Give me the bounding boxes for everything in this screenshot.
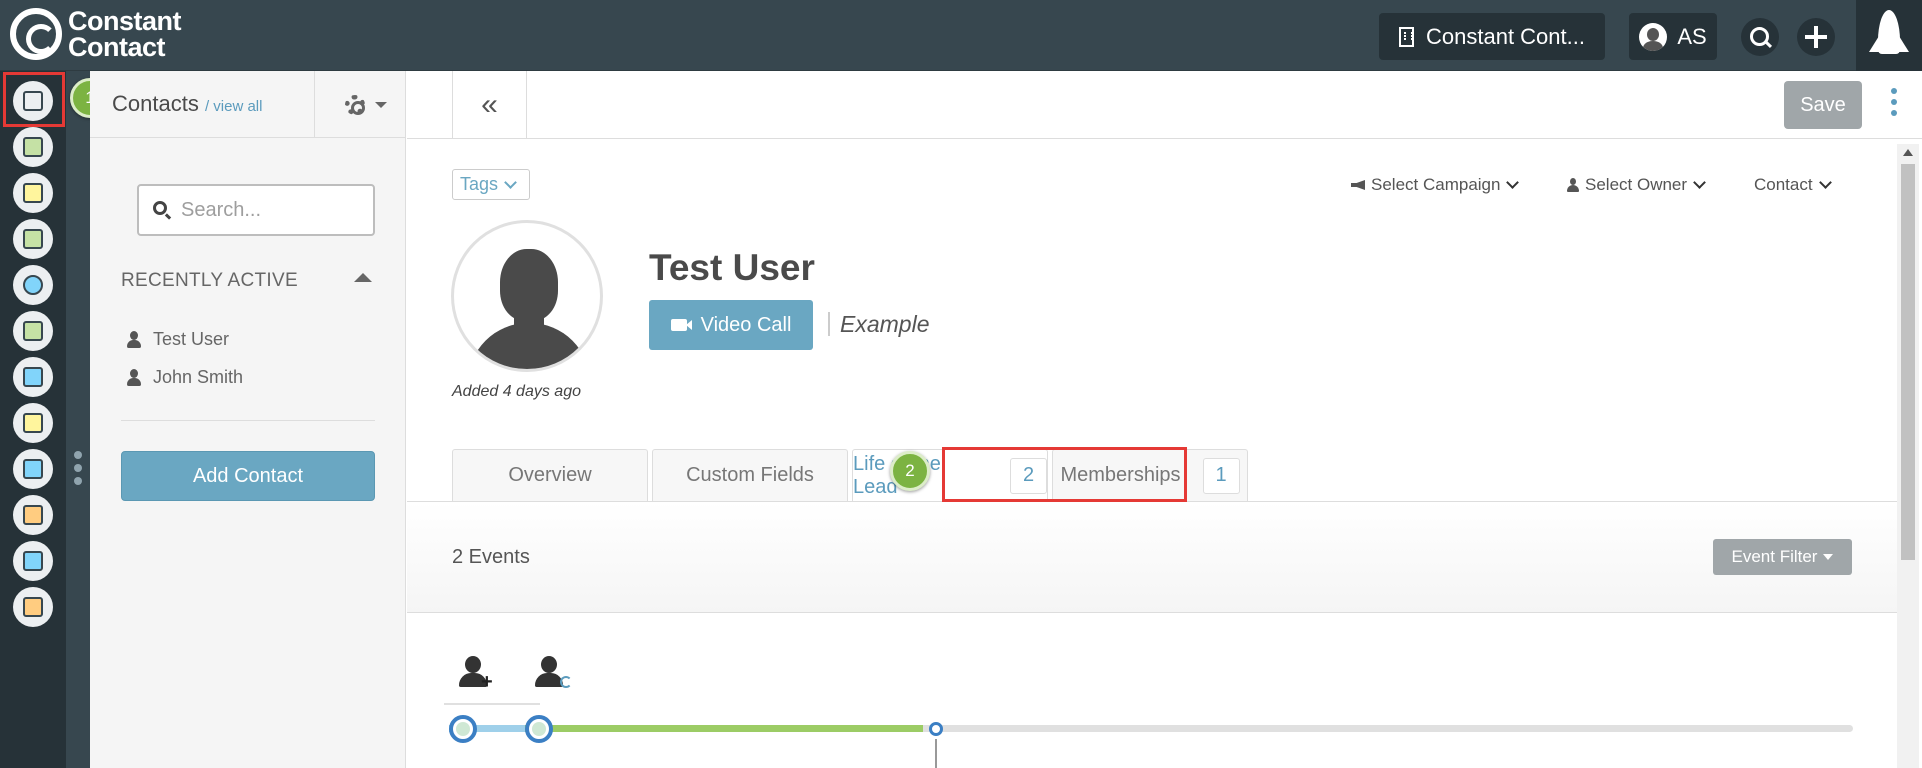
video-camera-icon [670, 319, 692, 331]
add-contact-button[interactable]: Add Contact [121, 451, 375, 501]
logo-mark-icon [10, 8, 62, 60]
chevron-down-icon [1506, 176, 1520, 189]
timeline-icon-underline [444, 703, 540, 705]
building-icon [1399, 26, 1414, 47]
thumbs-up-icon[interactable] [13, 449, 53, 489]
megaphone-icon[interactable] [13, 357, 53, 397]
tags-label: Tags [460, 174, 499, 194]
event-filter-label: Event Filter [1731, 547, 1818, 566]
company-switcher-button[interactable]: Constant Cont... [1379, 13, 1605, 60]
detail-toolbar: « Save [407, 71, 1922, 139]
vertical-scrollbar[interactable] [1897, 144, 1919, 768]
recent-contact-item[interactable]: John Smith [127, 367, 243, 388]
person-icon [127, 368, 141, 387]
user-avatar-icon [1639, 22, 1668, 51]
map-icon[interactable] [13, 219, 53, 259]
gear-icon [345, 95, 365, 115]
contact-type-label: Contact [1754, 175, 1813, 194]
timeline-current-marker[interactable] [929, 722, 943, 736]
image-icon[interactable] [13, 541, 53, 581]
timeline-segment-green [525, 725, 923, 732]
more-options-icon[interactable] [1891, 88, 1897, 121]
tv-icon[interactable] [13, 495, 53, 535]
person-icon [127, 330, 141, 349]
caret-down-icon [375, 102, 387, 108]
recent-contact-name: Test User [153, 329, 230, 349]
company-switcher-label: Constant Cont... [1426, 23, 1585, 49]
contact-photo[interactable] [451, 220, 603, 372]
contact-search-input[interactable] [181, 196, 361, 224]
select-campaign-label: Select Campaign [1371, 175, 1501, 194]
tab-label: Overview [508, 464, 592, 486]
brand-line-1: Constant [68, 6, 182, 36]
app-icon-rail [0, 71, 66, 768]
save-button[interactable]: Save [1784, 81, 1862, 129]
drag-handle-icon[interactable] [74, 451, 82, 491]
contact-search-box [137, 184, 375, 236]
brand-line-2: Contact [68, 32, 166, 62]
clipboard-icon[interactable] [13, 173, 53, 213]
life-of-the-lead-highlight-box [942, 447, 1187, 502]
workflow-icon[interactable] [13, 265, 53, 305]
contact-company[interactable]: Example [828, 312, 929, 336]
search-icon[interactable] [1741, 18, 1779, 56]
video-call-button[interactable]: Video Call [649, 300, 813, 350]
tab-label: Custom Fields [686, 464, 814, 486]
recently-active-heading: RECENTLY ACTIVE [121, 270, 298, 291]
search-icon [153, 201, 167, 215]
select-owner-dropdown[interactable]: Select Owner [1567, 175, 1706, 195]
rail-resize-strip[interactable] [66, 71, 90, 768]
divider [121, 420, 375, 421]
contact-updated-event-icon[interactable] [535, 656, 572, 690]
recent-contact-name: John Smith [153, 367, 244, 387]
rocket-icon [1869, 10, 1909, 54]
scroll-up-arrow-icon[interactable] [1903, 149, 1913, 156]
events-header: 2 Events Event Filter [407, 502, 1897, 613]
scrollbar-thumb[interactable] [1901, 164, 1915, 560]
video-call-label: Video Call [700, 313, 792, 336]
tab-custom-fields[interactable]: Custom Fields [652, 449, 848, 501]
chat-icon[interactable] [13, 403, 53, 443]
contacts-highlight-box [3, 72, 65, 127]
select-owner-label: Select Owner [1585, 175, 1688, 194]
view-all-link[interactable]: / view all [205, 98, 263, 115]
collapse-caret-icon[interactable] [354, 273, 372, 282]
person-icon [1567, 178, 1579, 192]
tags-dropdown[interactable]: Tags [452, 169, 530, 200]
constant-contact-logo[interactable]: Constant Contact [10, 6, 182, 62]
contact-type-dropdown[interactable]: Contact [1754, 175, 1832, 195]
contacts-title: Contacts [112, 91, 199, 116]
contact-name: Test User [649, 247, 815, 288]
caret-down-icon [1823, 554, 1834, 560]
contacts-panel: Contacts / view all RECENTLY ACTIVE Test… [90, 71, 406, 768]
plus-icon[interactable] [1797, 18, 1835, 56]
user-menu-button[interactable]: AS [1629, 13, 1717, 60]
list-icon[interactable] [13, 311, 53, 351]
added-date: Added 4 days ago [452, 383, 581, 400]
contacts-panel-header: Contacts / view all [90, 71, 406, 138]
user-initials: AS [1677, 23, 1707, 49]
timeline-event-node[interactable] [449, 715, 477, 743]
event-filter-button[interactable]: Event Filter [1713, 539, 1852, 575]
launch-button[interactable] [1856, 0, 1922, 71]
timeline-tick [935, 739, 937, 768]
megaphone-icon [1351, 180, 1365, 190]
contact-added-event-icon[interactable]: + [459, 656, 493, 692]
tab-overview[interactable]: Overview [452, 449, 648, 501]
step-marker-2: 2 [890, 451, 930, 491]
contact-detail-main: « Save Tags Select Campaign Select Owner… [407, 71, 1922, 768]
top-header: Constant Contact Constant Cont... AS [0, 0, 1922, 71]
chevron-down-icon [1693, 176, 1706, 189]
email-icon[interactable] [13, 127, 53, 167]
events-count: 2 Events [452, 546, 530, 568]
chevron-down-icon [504, 175, 517, 189]
recent-contact-item[interactable]: Test User [127, 329, 229, 350]
select-campaign-dropdown[interactable]: Select Campaign [1351, 175, 1520, 195]
tab-count-badge: 1 [1202, 457, 1240, 494]
calendar-icon[interactable] [13, 587, 53, 627]
collapse-panel-button[interactable]: « [452, 71, 527, 139]
contacts-settings-button[interactable] [314, 71, 406, 138]
timeline-event-node[interactable] [525, 715, 553, 743]
chevron-down-icon [1818, 176, 1832, 189]
